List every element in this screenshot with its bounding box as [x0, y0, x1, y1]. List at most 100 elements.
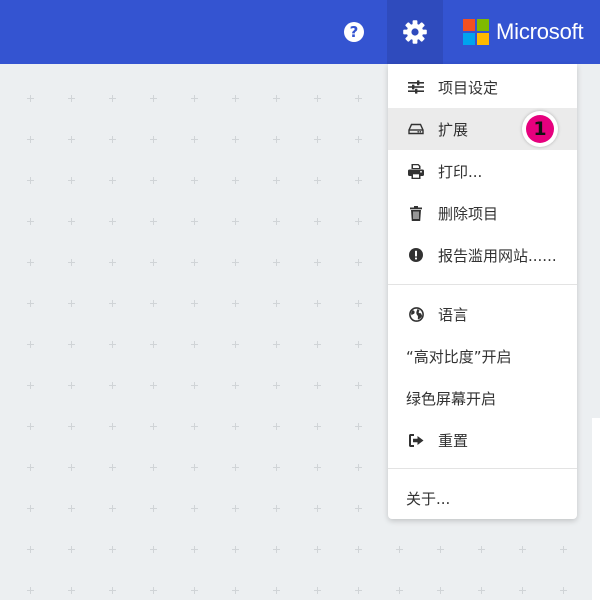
microsoft-logo[interactable]: Microsoft	[463, 19, 584, 45]
grid-marker	[191, 341, 198, 348]
grid-marker	[355, 423, 362, 430]
menu-item-label: 关于...	[406, 489, 451, 508]
grid-marker	[27, 177, 34, 184]
grid-marker	[191, 587, 198, 594]
grid-marker	[109, 95, 116, 102]
grid-marker	[68, 587, 75, 594]
grid-marker	[232, 341, 239, 348]
grid-marker	[273, 218, 280, 225]
grid-marker	[396, 587, 403, 594]
grid-marker	[68, 177, 75, 184]
menu-item-green-screen[interactable]: 绿色屏幕开启	[388, 377, 577, 419]
grid-marker	[314, 177, 321, 184]
settings-button[interactable]	[387, 0, 443, 64]
grid-marker	[232, 587, 239, 594]
grid-marker	[109, 218, 116, 225]
grid-marker	[191, 95, 198, 102]
menu-item-label: “高对比度”开启	[406, 347, 512, 366]
menu-item-high-contrast[interactable]: “高对比度”开启	[388, 335, 577, 377]
microsoft-squares-icon	[463, 19, 489, 45]
grid-marker	[273, 341, 280, 348]
grid-marker	[150, 300, 157, 307]
menu-item-report-abuse[interactable]: 报告滥用网站......	[388, 234, 577, 276]
question-circle-icon: ?	[344, 22, 364, 42]
grid-marker	[150, 505, 157, 512]
grid-marker	[27, 546, 34, 553]
grid-marker	[314, 300, 321, 307]
grid-marker	[560, 546, 567, 553]
menu-item-print[interactable]: 打印...	[388, 150, 577, 192]
grid-marker	[191, 177, 198, 184]
grid-marker	[355, 95, 362, 102]
grid-marker	[109, 546, 116, 553]
grid-marker	[150, 423, 157, 430]
menu-item-label: 项目设定	[438, 78, 499, 97]
grid-marker	[314, 218, 321, 225]
grid-marker	[314, 259, 321, 266]
sign-out-icon	[407, 431, 425, 449]
grid-marker	[27, 341, 34, 348]
grid-marker	[27, 300, 34, 307]
top-navigation-bar: ? Microsoft	[0, 0, 600, 64]
grid-marker	[232, 505, 239, 512]
grid-marker	[314, 546, 321, 553]
grid-marker	[150, 259, 157, 266]
grid-marker	[232, 177, 239, 184]
grid-marker	[109, 423, 116, 430]
grid-marker	[232, 546, 239, 553]
menu-item-language[interactable]: 语言	[388, 293, 577, 335]
trash-icon	[407, 204, 425, 222]
grid-marker	[109, 587, 116, 594]
grid-marker	[150, 382, 157, 389]
grid-marker	[191, 464, 198, 471]
sliders-icon	[407, 78, 425, 96]
grid-marker	[355, 177, 362, 184]
grid-marker	[314, 95, 321, 102]
grid-marker	[68, 259, 75, 266]
menu-item-label: 打印...	[438, 162, 483, 181]
menu-item-label: 扩展	[438, 120, 469, 139]
grid-marker	[478, 587, 485, 594]
grid-marker	[314, 505, 321, 512]
grid-marker	[355, 300, 362, 307]
menu-divider	[388, 468, 577, 469]
grid-marker	[437, 587, 444, 594]
grid-marker	[27, 136, 34, 143]
grid-marker	[191, 136, 198, 143]
help-button[interactable]: ?	[334, 12, 374, 52]
grid-marker	[150, 218, 157, 225]
workspace-scrollbar[interactable]	[592, 418, 600, 600]
grid-marker	[232, 95, 239, 102]
grid-marker	[355, 464, 362, 471]
grid-marker	[314, 341, 321, 348]
grid-marker	[396, 546, 403, 553]
menu-item-reset[interactable]: 重置	[388, 419, 577, 461]
grid-marker	[27, 218, 34, 225]
grid-marker	[150, 341, 157, 348]
grid-marker	[68, 464, 75, 471]
grid-marker	[314, 136, 321, 143]
menu-item-about[interactable]: 关于...	[388, 477, 577, 519]
grid-marker	[150, 177, 157, 184]
menu-item-label: 重置	[438, 431, 469, 450]
grid-marker	[191, 382, 198, 389]
menu-item-delete-project[interactable]: 删除项目	[388, 192, 577, 234]
grid-marker	[150, 136, 157, 143]
grid-marker	[355, 259, 362, 266]
menu-item-label: 绿色屏幕开启	[406, 389, 497, 408]
menu-item-project-settings[interactable]: 项目设定	[388, 66, 577, 108]
grid-marker	[273, 136, 280, 143]
microsoft-wordmark: Microsoft	[496, 19, 584, 44]
menu-item-label: 报告滥用网站......	[438, 246, 557, 265]
grid-marker	[109, 505, 116, 512]
grid-marker	[232, 218, 239, 225]
grid-marker	[191, 259, 198, 266]
grid-marker	[232, 300, 239, 307]
grid-marker	[273, 382, 280, 389]
drive-icon	[407, 120, 425, 138]
grid-marker	[109, 136, 116, 143]
grid-marker	[273, 423, 280, 430]
grid-marker	[273, 300, 280, 307]
grid-marker	[232, 136, 239, 143]
grid-marker	[150, 546, 157, 553]
